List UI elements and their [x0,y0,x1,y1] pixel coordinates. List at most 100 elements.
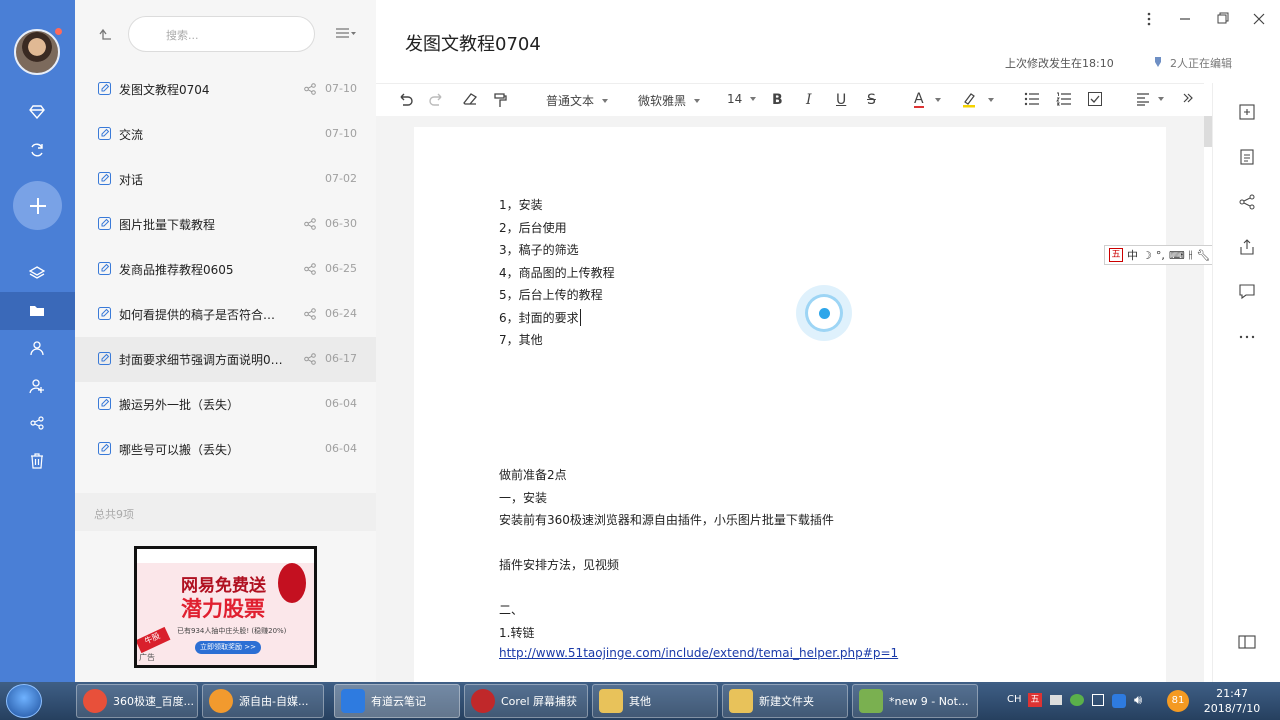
list-item[interactable]: 对话 07-02 [75,157,376,202]
taskbar-item[interactable]: 有道云笔记 [334,684,460,718]
font-family-select[interactable]: 微软雅黑 [638,92,701,109]
font-size-select[interactable]: 14 [727,92,757,106]
editing-status[interactable]: 2人正在编辑 [1170,55,1232,71]
content-line[interactable]: 5，后台上传的教程 [499,286,603,303]
content-line[interactable]: 做前准备2点 [499,466,567,483]
content-line[interactable]: 安装前有360极速浏览器和源自由插件，小乐图片批量下载插件 [499,511,834,528]
back-up-icon[interactable] [97,26,113,42]
ad-cta-button[interactable]: 立即领取奖励 >> [195,641,261,654]
minimize-icon[interactable] [1178,11,1192,27]
redo-icon[interactable] [429,92,445,106]
align-button[interactable] [1136,92,1165,106]
more-vertical-icon[interactable] [1142,11,1156,27]
align-left-icon [1137,93,1149,106]
wrench-icon[interactable]: 🔧︎ [1196,249,1210,262]
ime-mode[interactable]: 中 [1127,247,1138,263]
eraser-icon[interactable] [462,92,478,106]
scrollbar[interactable] [1204,116,1212,147]
ime-tray-icon[interactable]: 五 [1028,693,1042,707]
list-item[interactable]: 交流 07-10 [75,112,376,157]
more-horizontal-icon[interactable] [1237,327,1257,347]
list-item[interactable]: 图片批量下载教程 06-30 [75,202,376,247]
comment-icon[interactable] [1237,282,1257,302]
content-line[interactable]: 7，其他 [499,331,543,348]
notification-badge[interactable]: 81 [1167,690,1189,712]
taskbar-item[interactable]: 源自由-自媒... [202,684,324,718]
layers-icon[interactable] [27,263,47,283]
list-item[interactable]: 哪些号可以搬（丢失） 06-04 [75,427,376,472]
italic-button[interactable]: I [806,92,812,108]
content-line[interactable]: 二、 [499,601,523,618]
numbered-list-icon[interactable] [1056,92,1072,106]
content-line[interactable]: 一，安装 [499,489,547,506]
content-line[interactable]: 2，后台使用 [499,219,567,236]
tray-icon[interactable] [1050,695,1062,705]
page-title[interactable]: 发图文教程0704 [405,30,541,56]
underline-button[interactable]: U [836,92,846,108]
note-date: 07-10 [325,127,357,140]
font-family-label: 微软雅黑 [638,94,687,108]
keyboard-icon[interactable]: ⌨ [1169,249,1185,262]
content-line[interactable]: 3，稿子的筛选 [499,241,579,258]
more-tools-icon[interactable] [1182,92,1194,104]
add-block-icon[interactable] [1237,102,1257,122]
share-icon[interactable] [1237,192,1257,212]
group-icon[interactable] [27,376,47,396]
taskbar-item[interactable]: 新建文件夹 [722,684,848,718]
ad-banner[interactable]: 网易免费送 潜力股票 已有934人抽中庄头股! (稳赚20%) 立即领取奖励 >… [134,546,317,668]
taskbar-item[interactable]: 360极速_百度... [76,684,198,718]
taskbar-item[interactable]: Corel 屏幕捕获 [464,684,588,718]
avatar[interactable] [14,29,60,75]
search-input[interactable]: 搜索... [128,16,315,52]
content-link[interactable]: http://www.51taojinge.com/include/extend… [499,646,898,660]
list-item[interactable]: 封面要求细节强调方面说明0617 06-17 [75,337,376,382]
app-icon [83,689,107,713]
sort-menu-icon[interactable] [335,27,357,39]
font-color-button[interactable]: A [914,92,942,108]
content-line[interactable]: 1，安装 [499,196,543,213]
clock[interactable]: 21:47 2018/7/10 [1196,686,1268,716]
folder-icon[interactable] [27,301,47,321]
taskbar-item[interactable]: *new 9 - Not... [852,684,978,718]
paragraph-style-select[interactable]: 普通文本 [546,92,609,109]
restore-icon[interactable] [1216,11,1230,27]
note-edit-icon [98,217,111,230]
bullet-list-icon[interactable] [1024,92,1040,106]
close-icon[interactable] [1252,11,1266,27]
moon-icon[interactable]: ☽ [1142,249,1152,262]
content-line[interactable]: 6，封面的要求 [499,309,581,326]
start-button[interactable] [6,684,42,718]
punctuation-icon[interactable]: °, [1156,249,1165,262]
highlight-button[interactable] [962,92,995,108]
list-item[interactable]: 发图文教程0704 07-10 [75,67,376,112]
language-indicator[interactable]: CH [1007,694,1022,705]
content-line[interactable]: 1.转链 [499,624,534,641]
format-painter-icon[interactable] [493,92,507,108]
share-icon[interactable] [27,413,47,433]
note-edit-icon [98,127,111,140]
content-line[interactable]: 4，商品图的上传教程 [499,264,615,281]
tray-icon[interactable] [1070,694,1084,706]
taskbar-item[interactable]: 其他 [592,684,718,718]
diamond-icon[interactable] [27,102,47,122]
split-view-icon[interactable] [1237,632,1257,652]
undo-icon[interactable] [397,92,413,106]
network-icon[interactable] [1092,694,1104,706]
volume-icon[interactable]: 🔊︎ [1134,693,1142,708]
sync-icon[interactable] [27,140,47,160]
bold-button[interactable]: B [772,92,783,108]
split-icon[interactable]: ⫲ [1189,248,1193,262]
youdao-tray-icon[interactable] [1112,694,1126,708]
list-item[interactable]: 如何看提供的稿子是否符合要... 06-24 [75,292,376,337]
new-note-button[interactable] [13,181,62,230]
export-icon[interactable] [1237,237,1257,257]
content-line[interactable]: 插件安排方法，见视频 [499,556,619,573]
list-item[interactable]: 发商品推荐教程0605 06-25 [75,247,376,292]
strikethrough-button[interactable]: S [867,92,876,108]
trash-icon[interactable] [27,451,47,471]
app-icon [471,689,495,713]
document-icon[interactable] [1237,147,1257,167]
list-item[interactable]: 搬运另外一批（丢失） 06-04 [75,382,376,427]
checkbox-icon[interactable] [1088,92,1102,106]
user-icon[interactable] [27,338,47,358]
